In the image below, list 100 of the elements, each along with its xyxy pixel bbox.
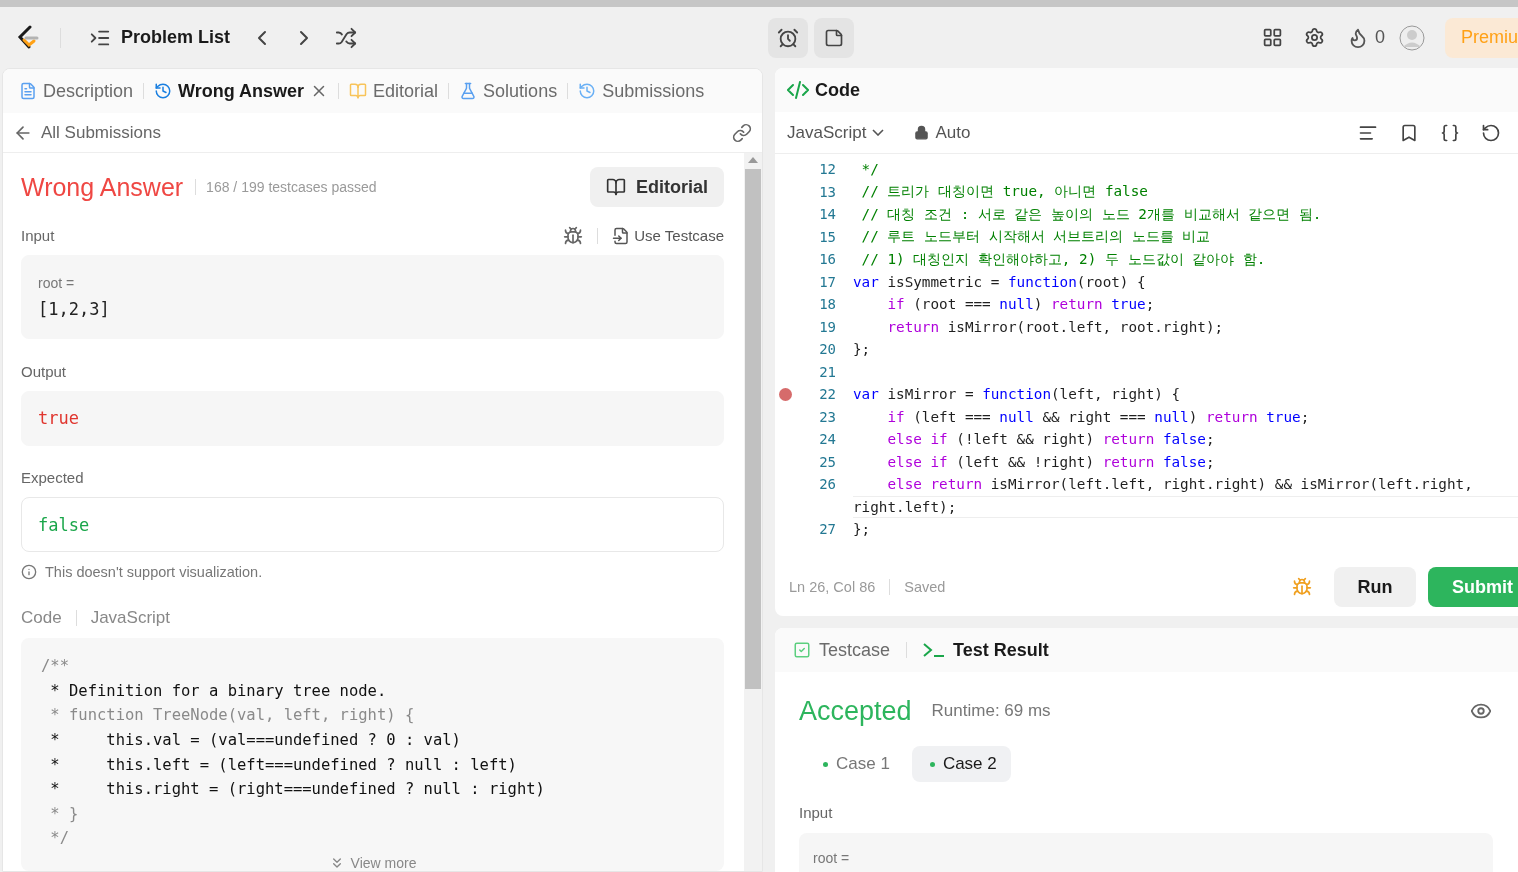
scroll-up-icon[interactable]	[748, 157, 758, 163]
terminal-icon	[923, 642, 946, 658]
code-line: * }	[49, 803, 80, 825]
runtime: Runtime: 69 ms	[931, 701, 1051, 721]
tab-label: Editorial	[373, 80, 439, 102]
code-line: right.left);	[853, 498, 957, 515]
code-line: else if (!left && right) return false;	[886, 431, 1215, 448]
result-status: Wrong Answer	[21, 173, 184, 202]
line-number: 25	[818, 453, 836, 470]
param-name: root =	[38, 275, 76, 292]
link-icon[interactable]	[732, 122, 752, 143]
scrollbar-thumb[interactable]	[745, 169, 761, 689]
tab[interactable]: Submissions	[572, 69, 711, 113]
line-number: 18	[818, 296, 836, 313]
input-label: Input	[799, 804, 834, 821]
language-dropdown[interactable]: JavaScript	[785, 122, 887, 143]
flask-icon	[459, 82, 478, 100]
tab[interactable]: Description	[13, 69, 140, 113]
line-number: 21	[818, 363, 836, 380]
expected-value: false	[38, 514, 91, 535]
save-status: Saved	[904, 579, 946, 595]
document-play-icon	[612, 226, 631, 245]
line-number: 22	[818, 386, 836, 403]
line-number: 17	[818, 273, 836, 290]
code-line: };	[853, 341, 871, 358]
history-icon	[578, 82, 597, 100]
problem-list-button[interactable]: Problem List	[81, 17, 239, 58]
tab[interactable]: Testcase	[789, 639, 895, 661]
alarm-clock-icon	[777, 26, 800, 49]
line-number: 12	[818, 161, 836, 178]
code-line: */	[49, 828, 70, 850]
mode-label: Auto	[935, 122, 971, 143]
line-number: 13	[818, 183, 836, 200]
tab[interactable]: Solutions	[453, 69, 564, 113]
run-button[interactable]: Run	[1334, 567, 1416, 607]
editorial-button[interactable]: Editorial	[590, 167, 724, 208]
code-title: Code	[21, 608, 62, 629]
info-icon	[21, 564, 37, 581]
tab-label: Test Result	[953, 639, 1049, 661]
line-number: 24	[818, 431, 836, 448]
code-line: // 1) 대칭인지 확인해야하고, 2) 두 노드값이 같아야 함.	[860, 249, 1266, 269]
note-icon	[824, 27, 845, 48]
line-number: 26	[818, 476, 836, 493]
scrollbar[interactable]	[744, 153, 762, 871]
input-value: [1,2,3]	[38, 299, 111, 320]
chevron-down-icon	[872, 129, 885, 136]
book-icon	[606, 177, 626, 198]
history-icon	[154, 82, 173, 100]
line-number: 23	[818, 408, 836, 425]
testcases-passed: 168 / 199 testcases passed	[195, 179, 377, 196]
input-label: Input	[21, 227, 55, 245]
result-status: Accepted	[799, 695, 912, 727]
code-line: * Definition for a binary tree node.	[49, 680, 388, 702]
code-line: var isSymmetric = function(root) {	[853, 273, 1146, 290]
line-number: 20	[818, 341, 836, 358]
debug-icon[interactable]	[563, 225, 584, 246]
case-tab[interactable]: Case 2	[911, 746, 1011, 782]
view-more-button[interactable]: View more	[328, 855, 417, 871]
code-line: * this.right = (right===undefined ? null : right)	[49, 779, 546, 801]
tab-label: Description	[43, 80, 134, 102]
tab-label: Solutions	[483, 80, 558, 102]
code-line: // 루트 노드부터 시작해서 서브트리의 노드를 비교	[860, 227, 1211, 247]
param-name: root =	[813, 850, 850, 866]
use-testcase-button[interactable]: Use Testcase	[612, 226, 724, 245]
tab-label: Submissions	[602, 80, 705, 102]
expected-label: Expected	[21, 469, 84, 487]
document-icon	[19, 82, 37, 100]
note-button[interactable]	[814, 17, 855, 58]
code-line: // 대칭 조건 : 서로 같은 높이의 노드 2개를 비교해서 같으면 됨.	[860, 204, 1322, 224]
visualization-note: This doesn't support visualization.	[45, 564, 263, 581]
code-line: if (left === null && right === null) return true;	[886, 408, 1310, 425]
tab[interactable]: Wrong Answer	[148, 69, 335, 113]
tab-label: Wrong Answer	[178, 80, 305, 102]
code-line: * this.val = (val===undefined ? 0 : val)	[49, 730, 462, 752]
line-number: 19	[818, 318, 836, 335]
tab[interactable]: Test Result	[919, 639, 1053, 661]
code-line: else return isMirror(left.left, right.right) && isMirror(left.right,	[886, 476, 1473, 493]
code-line: if (root === null) return true;	[886, 296, 1155, 313]
breakpoint-dot[interactable]	[779, 387, 792, 401]
tab[interactable]: Editorial	[343, 69, 445, 113]
case-tab[interactable]: Case 1	[805, 746, 904, 782]
tab-label: Testcase	[819, 639, 891, 661]
code-line: */	[860, 161, 879, 178]
cursor-position: Ln 26, Col 86	[789, 579, 876, 595]
code-line: * this.left = (left===undefined ? null : left)	[49, 754, 518, 776]
book-icon	[349, 82, 368, 100]
lock-icon	[914, 125, 930, 140]
streak-button[interactable]: 0	[1338, 17, 1393, 58]
code-line: // 트리가 대칭이면 true, 아니면 false	[860, 182, 1148, 202]
code-line: * function TreeNode(val, left, right) {	[49, 705, 416, 727]
line-number: 27	[818, 521, 836, 538]
panel-title: Code	[815, 79, 860, 101]
checkbox-icon	[793, 641, 811, 659]
code-line: else if (left && !right) return false;	[886, 453, 1215, 470]
all-submissions-link[interactable]: All Submissions	[13, 122, 161, 143]
logo-icon[interactable]	[16, 24, 40, 51]
alarm-clock-button[interactable]	[768, 17, 809, 58]
line-number: 15	[818, 228, 836, 245]
output-label: Output	[21, 362, 67, 380]
code-icon	[787, 81, 809, 99]
